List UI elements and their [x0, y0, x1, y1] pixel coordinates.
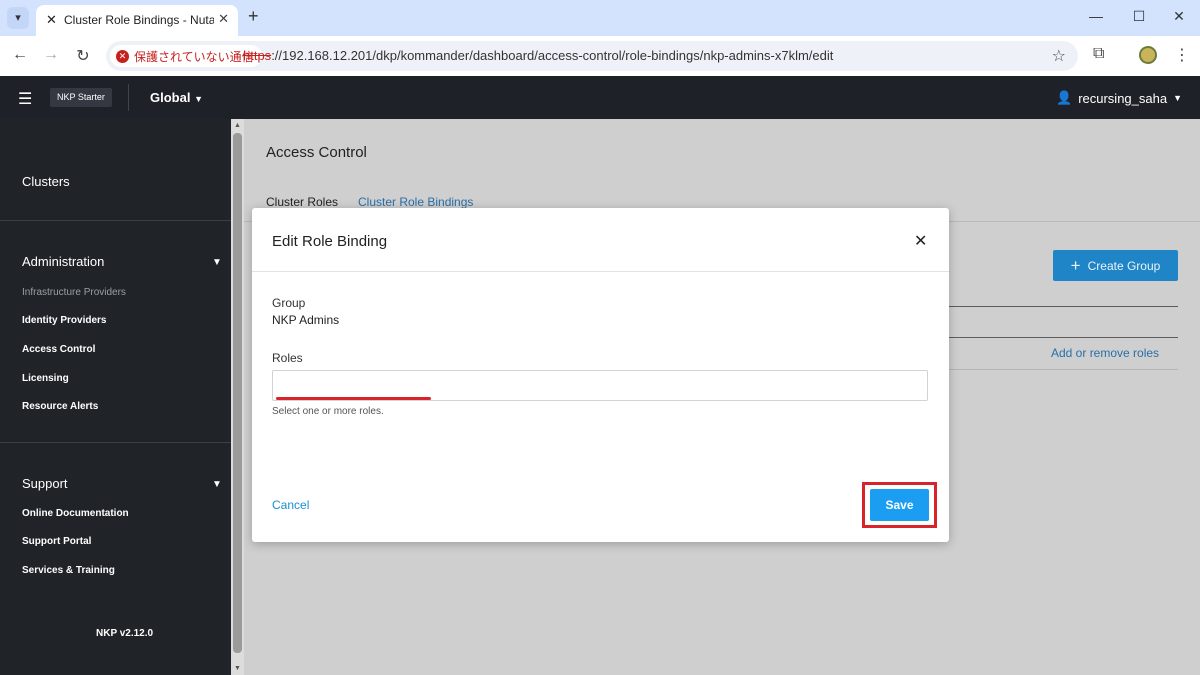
caret-down-icon[interactable]: ▼	[212, 479, 222, 490]
table-header-line	[948, 306, 1178, 307]
cancel-button[interactable]: Cancel	[272, 498, 309, 512]
brand-badge: NKP Starter	[50, 88, 112, 107]
header-divider	[128, 84, 129, 111]
plus-icon: +	[1070, 256, 1081, 275]
sidebar-item-resource-alerts[interactable]: Resource Alerts	[22, 401, 98, 412]
sidebar-divider	[0, 220, 231, 221]
scroll-thumb[interactable]	[233, 133, 242, 653]
workspace-label: Global	[150, 90, 191, 105]
tab-search-chevron-icon[interactable]: ▾	[7, 7, 29, 29]
table-row-line	[948, 337, 1178, 338]
create-group-label: Create Group	[1087, 258, 1161, 273]
sidebar-item-clusters[interactable]: Clusters	[22, 174, 70, 189]
reload-icon[interactable]: ↻	[73, 46, 93, 66]
scroll-down-icon[interactable]: ▼	[234, 665, 241, 672]
add-or-remove-roles-link[interactable]: Add or remove roles	[1051, 346, 1159, 360]
group-label: Group	[272, 296, 306, 310]
bookmark-star-icon[interactable]: ☆	[1052, 46, 1066, 66]
group-value: NKP Admins	[272, 313, 340, 327]
browser-menu-icon[interactable]: ⋮	[1174, 45, 1190, 65]
security-chip[interactable]: ✕ 保護されていない通信	[110, 45, 262, 67]
sidebar-section-support[interactable]: Support	[22, 476, 68, 491]
sidebar-item-access-control[interactable]: Access Control	[22, 344, 95, 355]
url-text[interactable]: https://192.168.12.201/dkp/kommander/das…	[243, 48, 833, 63]
sidebar-section-administration[interactable]: Administration	[22, 254, 104, 269]
scroll-up-icon[interactable]: ▲	[234, 122, 241, 129]
url-scheme: https	[243, 48, 272, 63]
roles-label: Roles	[272, 351, 303, 365]
page-title: Access Control	[266, 144, 367, 161]
extensions-icon[interactable]: ⧉	[1093, 45, 1104, 63]
user-icon: 👤	[1056, 90, 1073, 105]
sidebar: Clusters Administration ▼ Infrastructure…	[0, 119, 231, 675]
window-close-icon[interactable]: ✕	[1169, 8, 1189, 25]
caret-down-icon: ▼	[194, 94, 203, 104]
maximize-icon[interactable]: ☐	[1129, 8, 1149, 25]
sidebar-divider	[0, 442, 231, 443]
sidebar-item-licensing[interactable]: Licensing	[22, 373, 69, 384]
workspace-selector[interactable]: Global ▼	[150, 90, 203, 105]
modal-divider	[252, 271, 949, 272]
security-label: 保護されていない通信	[134, 49, 254, 64]
modal-title: Edit Role Binding	[272, 233, 388, 250]
hamburger-menu-icon[interactable]: ☰	[18, 89, 32, 109]
version-label: NKP v2.12.0	[96, 628, 154, 639]
url-path: ://192.168.12.201/dkp/kommander/dashboar…	[271, 48, 834, 63]
edit-role-binding-modal: Edit Role Binding ✕ Group NKP Admins Rol…	[252, 208, 949, 542]
sidebar-item-online-documentation[interactable]: Online Documentation	[22, 508, 129, 519]
forward-icon[interactable]: →	[41, 46, 61, 64]
user-name: recursing_saha	[1078, 90, 1168, 106]
tab-cluster-roles[interactable]: Cluster Roles	[266, 195, 338, 209]
browser-tab-active[interactable]: ✕ Cluster Role Bindings - Nutanix ✕	[36, 5, 238, 36]
new-tab-button[interactable]: +	[248, 6, 259, 27]
sidebar-item-support-portal[interactable]: Support Portal	[22, 536, 91, 547]
app-header: ☰ NKP Starter Global ▼ 👤 recursing_saha …	[0, 76, 1200, 119]
tab-cluster-role-bindings[interactable]: Cluster Role Bindings	[358, 195, 473, 209]
back-icon[interactable]: ←	[10, 46, 30, 64]
sidebar-scrollbar[interactable]: ▲ ▼	[231, 119, 244, 675]
minimize-icon[interactable]: —	[1086, 8, 1106, 24]
sidebar-item-services-training[interactable]: Services & Training	[22, 565, 115, 576]
caret-down-icon: ▼	[1173, 93, 1182, 103]
tab-close-icon[interactable]: ✕	[218, 11, 229, 27]
browser-toolbar: ← → ↻ ✕ 保護されていない通信 https://192.168.12.20…	[0, 36, 1200, 76]
roles-helper-text: Select one or more roles.	[272, 406, 384, 417]
user-menu[interactable]: 👤 recursing_saha ▼	[1056, 90, 1182, 106]
save-button[interactable]: Save	[870, 489, 929, 521]
close-icon[interactable]: ✕	[914, 231, 927, 251]
address-bar[interactable]: ✕ 保護されていない通信 https://192.168.12.201/dkp/…	[106, 41, 1078, 71]
sidebar-item-infrastructure-providers[interactable]: Infrastructure Providers	[22, 287, 126, 298]
table-row-line	[948, 369, 1178, 370]
warning-icon: ✕	[116, 49, 129, 63]
create-group-button[interactable]: + Create Group	[1053, 250, 1178, 281]
caret-down-icon[interactable]: ▼	[212, 257, 222, 268]
profile-avatar-icon[interactable]	[1139, 46, 1157, 64]
browser-tabbar: ▾ ✕ Cluster Role Bindings - Nutanix ✕ + …	[0, 0, 1200, 36]
nutanix-favicon-icon: ✕	[46, 12, 57, 27]
sidebar-item-identity-providers[interactable]: Identity Providers	[22, 315, 106, 326]
annotation-underline	[276, 397, 431, 400]
tab-title: Cluster Role Bindings - Nutanix	[64, 13, 214, 27]
